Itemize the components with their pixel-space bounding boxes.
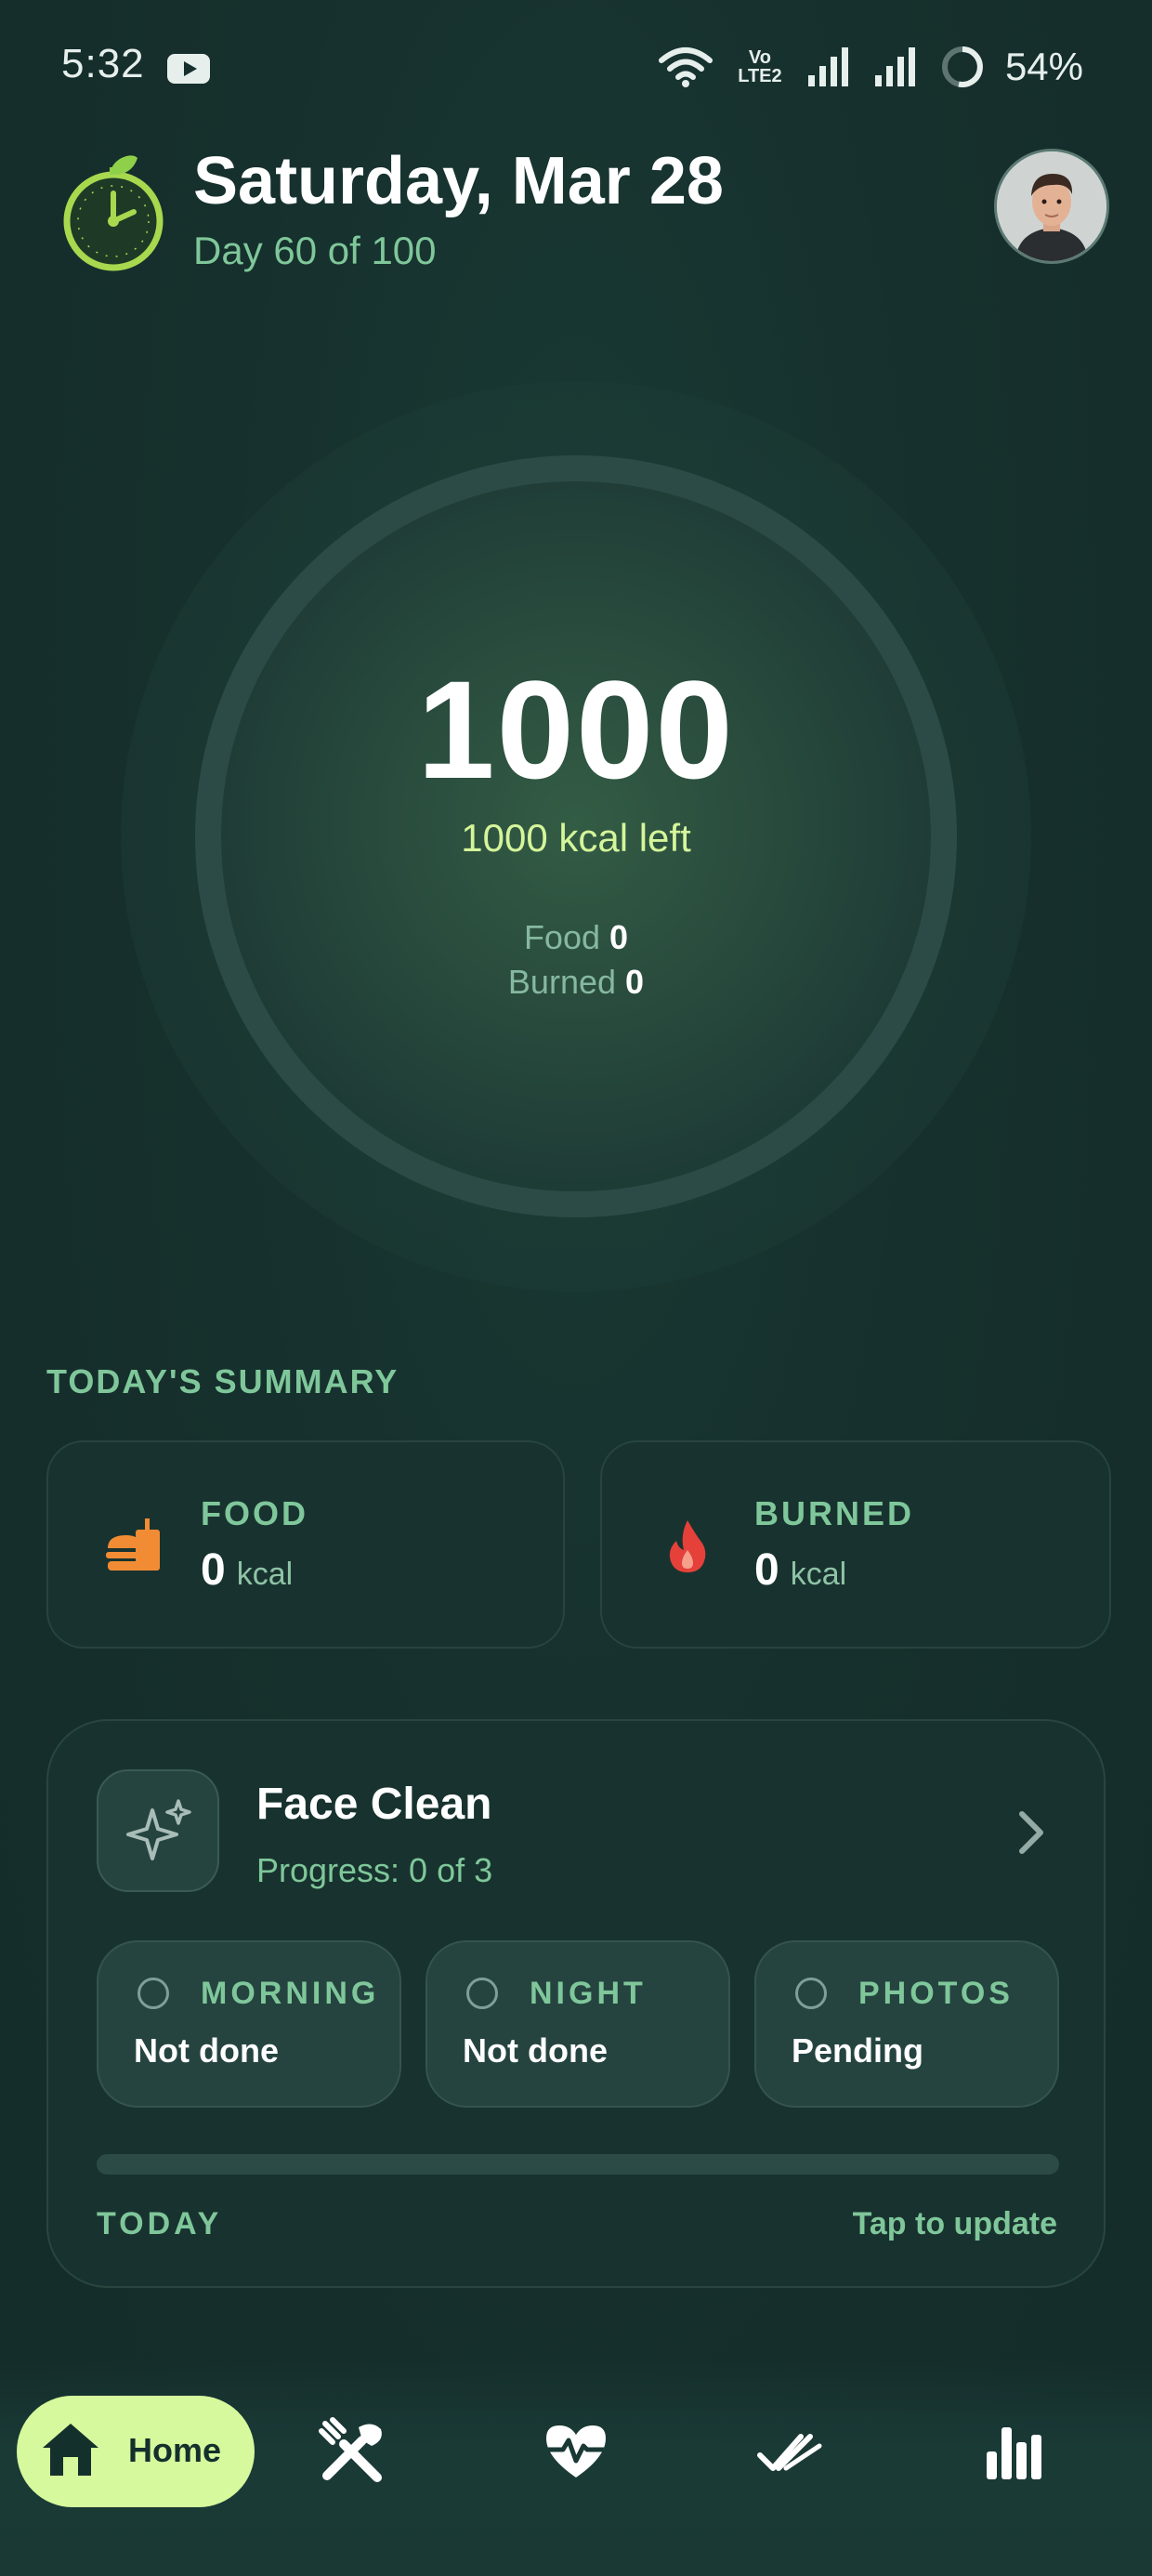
battery-percent: 54%	[1004, 45, 1083, 88]
routine-title: Face Clean	[256, 1780, 492, 1829]
face-clean-routine-card[interactable]: Face Clean Progress: 0 of 3 MORNING Not …	[46, 1719, 1106, 2288]
bar-chart-icon[interactable]	[977, 2414, 1052, 2489]
routine-footer-today: TODAY	[97, 2206, 223, 2241]
avatar[interactable]	[994, 149, 1109, 264]
youtube-icon	[167, 54, 210, 84]
signal-icon	[807, 47, 848, 86]
task-morning-label: MORNING	[201, 1976, 380, 2011]
task-photos-status: Pending	[792, 2031, 923, 2070]
task-morning[interactable]: MORNING Not done	[97, 1940, 401, 2108]
night-radio-icon[interactable]	[466, 1978, 498, 2009]
flame-icon	[669, 1520, 706, 1572]
photos-radio-icon[interactable]	[795, 1978, 827, 2009]
double-check-icon[interactable]	[754, 2414, 829, 2489]
stopwatch-leaf-icon	[63, 155, 164, 271]
page-title: Saturday, Mar 28	[193, 144, 724, 218]
heart-pulse-icon[interactable]	[539, 2414, 613, 2489]
ring-food-value: 0	[609, 918, 629, 956]
food-summary-card[interactable]: FOOD 0 kcal	[46, 1440, 565, 1649]
wifi-icon	[658, 47, 713, 87]
chevron-right-icon[interactable]	[1011, 1805, 1052, 1860]
task-night-status: Not done	[463, 2031, 608, 2070]
signal-icon-2	[874, 47, 915, 86]
ring-food-line: Food 0	[195, 918, 957, 957]
status-icons: Vo LTE2 54%	[658, 39, 1083, 95]
fast-food-icon	[106, 1518, 160, 1571]
ring-food-label: Food	[523, 918, 600, 956]
utensils-icon[interactable]	[316, 2414, 390, 2489]
food-kcal-unit: kcal	[236, 1557, 294, 1592]
morning-radio-icon[interactable]	[137, 1978, 169, 2009]
calories-remaining-value: 1000	[417, 651, 735, 808]
sparkles-icon	[126, 1799, 191, 1860]
burned-summary-card[interactable]: BURNED 0 kcal	[600, 1440, 1111, 1649]
battery-icon	[941, 46, 983, 87]
task-morning-status: Not done	[134, 2031, 279, 2070]
routine-progress-text: Progress: 0 of 3	[256, 1851, 493, 1889]
status-bar: 5:32 Vo LTE2 54%	[0, 0, 1152, 130]
day-progress-subtitle: Day 60 of 100	[193, 229, 437, 272]
ring-burned-value: 0	[625, 963, 645, 1001]
user-avatar-icon	[997, 151, 1106, 261]
home-screen: 5:32 Vo LTE2 54% Saturday, Mar 28 Day 60…	[0, 0, 1152, 2576]
home-icon	[43, 2424, 98, 2476]
tap-to-update-link[interactable]: Tap to update	[853, 2206, 1057, 2242]
burned-kcal-value: 0	[754, 1545, 779, 1595]
routine-progress-bar	[97, 2154, 1059, 2175]
routine-icon-box	[97, 1769, 219, 1892]
calories-left-text: 1000 kcal left	[461, 816, 691, 860]
header: Saturday, Mar 28 Day 60 of 100	[0, 139, 1152, 288]
food-kcal-value: 0	[201, 1545, 226, 1595]
task-night-label: NIGHT	[530, 1976, 647, 2011]
bottom-nav: Home	[0, 2360, 1152, 2576]
task-night[interactable]: NIGHT Not done	[425, 1940, 730, 2108]
ring-burned-line: Burned 0	[195, 963, 957, 1002]
task-photos[interactable]: PHOTOS Pending	[754, 1940, 1059, 2108]
ring-burned-label: Burned	[507, 963, 617, 1001]
food-card-value: 0 kcal	[201, 1544, 293, 1596]
nav-home-button[interactable]: Home	[17, 2396, 255, 2507]
summary-section-label: TODAY'S SUMMARY	[46, 1362, 399, 1400]
volte-icon: Vo LTE2	[738, 47, 782, 86]
nav-home-label: Home	[128, 2431, 222, 2469]
burned-card-label: BURNED	[754, 1494, 915, 1532]
food-card-label: FOOD	[201, 1494, 308, 1532]
status-time: 5:32	[61, 41, 145, 86]
task-photos-label: PHOTOS	[858, 1976, 1014, 2011]
burned-card-value: 0 kcal	[754, 1544, 846, 1596]
burned-kcal-unit: kcal	[790, 1557, 847, 1592]
